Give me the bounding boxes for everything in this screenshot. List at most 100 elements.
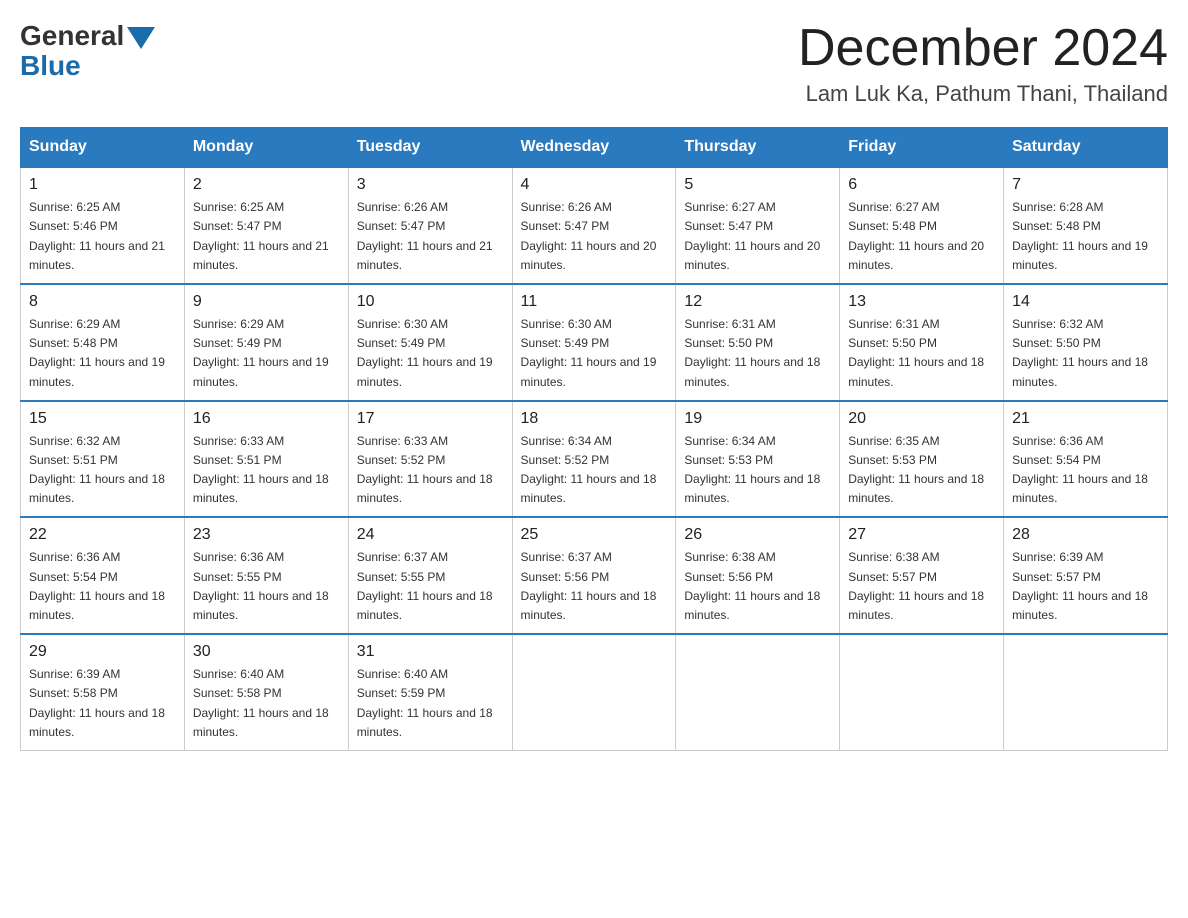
day-info: Sunrise: 6:37 AM Sunset: 5:56 PM Dayligh… <box>521 548 668 625</box>
day-info: Sunrise: 6:29 AM Sunset: 5:48 PM Dayligh… <box>29 315 176 392</box>
day-info: Sunrise: 6:29 AM Sunset: 5:49 PM Dayligh… <box>193 315 340 392</box>
day-number: 4 <box>521 176 668 194</box>
calendar-cell: 28 Sunrise: 6:39 AM Sunset: 5:57 PM Dayl… <box>1004 517 1168 634</box>
column-header-sunday: Sunday <box>21 128 185 168</box>
calendar-cell: 6 Sunrise: 6:27 AM Sunset: 5:48 PM Dayli… <box>840 167 1004 284</box>
day-info: Sunrise: 6:34 AM Sunset: 5:53 PM Dayligh… <box>684 432 831 509</box>
calendar-cell: 2 Sunrise: 6:25 AM Sunset: 5:47 PM Dayli… <box>184 167 348 284</box>
calendar-cell: 22 Sunrise: 6:36 AM Sunset: 5:54 PM Dayl… <box>21 517 185 634</box>
calendar-cell <box>512 634 676 750</box>
day-number: 28 <box>1012 526 1159 544</box>
day-info: Sunrise: 6:36 AM Sunset: 5:54 PM Dayligh… <box>29 548 176 625</box>
day-info: Sunrise: 6:35 AM Sunset: 5:53 PM Dayligh… <box>848 432 995 509</box>
calendar-cell: 13 Sunrise: 6:31 AM Sunset: 5:50 PM Dayl… <box>840 284 1004 401</box>
day-number: 23 <box>193 526 340 544</box>
calendar-cell: 31 Sunrise: 6:40 AM Sunset: 5:59 PM Dayl… <box>348 634 512 750</box>
day-number: 24 <box>357 526 504 544</box>
day-number: 29 <box>29 643 176 661</box>
day-number: 1 <box>29 176 176 194</box>
day-info: Sunrise: 6:30 AM Sunset: 5:49 PM Dayligh… <box>357 315 504 392</box>
day-info: Sunrise: 6:28 AM Sunset: 5:48 PM Dayligh… <box>1012 198 1159 275</box>
calendar-cell: 18 Sunrise: 6:34 AM Sunset: 5:52 PM Dayl… <box>512 401 676 518</box>
day-number: 15 <box>29 410 176 428</box>
week-row-1: 1 Sunrise: 6:25 AM Sunset: 5:46 PM Dayli… <box>21 167 1168 284</box>
day-number: 22 <box>29 526 176 544</box>
day-info: Sunrise: 6:26 AM Sunset: 5:47 PM Dayligh… <box>521 198 668 275</box>
day-number: 6 <box>848 176 995 194</box>
day-info: Sunrise: 6:39 AM Sunset: 5:58 PM Dayligh… <box>29 665 176 742</box>
calendar-cell: 9 Sunrise: 6:29 AM Sunset: 5:49 PM Dayli… <box>184 284 348 401</box>
logo-general-text: General <box>20 20 124 52</box>
calendar-cell <box>1004 634 1168 750</box>
calendar-cell: 27 Sunrise: 6:38 AM Sunset: 5:57 PM Dayl… <box>840 517 1004 634</box>
calendar-cell: 3 Sunrise: 6:26 AM Sunset: 5:47 PM Dayli… <box>348 167 512 284</box>
day-info: Sunrise: 6:31 AM Sunset: 5:50 PM Dayligh… <box>684 315 831 392</box>
calendar-cell: 29 Sunrise: 6:39 AM Sunset: 5:58 PM Dayl… <box>21 634 185 750</box>
calendar-cell: 25 Sunrise: 6:37 AM Sunset: 5:56 PM Dayl… <box>512 517 676 634</box>
calendar-cell: 20 Sunrise: 6:35 AM Sunset: 5:53 PM Dayl… <box>840 401 1004 518</box>
location-text: Lam Luk Ka, Pathum Thani, Thailand <box>798 81 1168 107</box>
calendar-cell <box>676 634 840 750</box>
day-number: 20 <box>848 410 995 428</box>
day-number: 27 <box>848 526 995 544</box>
day-number: 19 <box>684 410 831 428</box>
calendar-cell: 10 Sunrise: 6:30 AM Sunset: 5:49 PM Dayl… <box>348 284 512 401</box>
logo-arrow-icon <box>127 27 155 49</box>
day-number: 30 <box>193 643 340 661</box>
calendar-cell: 11 Sunrise: 6:30 AM Sunset: 5:49 PM Dayl… <box>512 284 676 401</box>
day-info: Sunrise: 6:32 AM Sunset: 5:50 PM Dayligh… <box>1012 315 1159 392</box>
day-number: 14 <box>1012 293 1159 311</box>
day-number: 18 <box>521 410 668 428</box>
month-title: December 2024 <box>798 20 1168 77</box>
day-info: Sunrise: 6:30 AM Sunset: 5:49 PM Dayligh… <box>521 315 668 392</box>
day-number: 13 <box>848 293 995 311</box>
column-header-wednesday: Wednesday <box>512 128 676 168</box>
calendar-cell: 23 Sunrise: 6:36 AM Sunset: 5:55 PM Dayl… <box>184 517 348 634</box>
title-block: December 2024 Lam Luk Ka, Pathum Thani, … <box>798 20 1168 107</box>
day-info: Sunrise: 6:26 AM Sunset: 5:47 PM Dayligh… <box>357 198 504 275</box>
day-info: Sunrise: 6:25 AM Sunset: 5:46 PM Dayligh… <box>29 198 176 275</box>
day-info: Sunrise: 6:36 AM Sunset: 5:55 PM Dayligh… <box>193 548 340 625</box>
column-header-saturday: Saturday <box>1004 128 1168 168</box>
day-number: 10 <box>357 293 504 311</box>
day-info: Sunrise: 6:33 AM Sunset: 5:51 PM Dayligh… <box>193 432 340 509</box>
day-number: 21 <box>1012 410 1159 428</box>
week-row-3: 15 Sunrise: 6:32 AM Sunset: 5:51 PM Dayl… <box>21 401 1168 518</box>
day-number: 7 <box>1012 176 1159 194</box>
day-number: 3 <box>357 176 504 194</box>
calendar-table: SundayMondayTuesdayWednesdayThursdayFrid… <box>20 127 1168 751</box>
column-header-friday: Friday <box>840 128 1004 168</box>
day-info: Sunrise: 6:40 AM Sunset: 5:59 PM Dayligh… <box>357 665 504 742</box>
page-header: General Blue December 2024 Lam Luk Ka, P… <box>20 20 1168 107</box>
calendar-cell: 17 Sunrise: 6:33 AM Sunset: 5:52 PM Dayl… <box>348 401 512 518</box>
calendar-header-row: SundayMondayTuesdayWednesdayThursdayFrid… <box>21 128 1168 168</box>
column-header-thursday: Thursday <box>676 128 840 168</box>
day-info: Sunrise: 6:33 AM Sunset: 5:52 PM Dayligh… <box>357 432 504 509</box>
calendar-cell: 4 Sunrise: 6:26 AM Sunset: 5:47 PM Dayli… <box>512 167 676 284</box>
day-number: 25 <box>521 526 668 544</box>
week-row-5: 29 Sunrise: 6:39 AM Sunset: 5:58 PM Dayl… <box>21 634 1168 750</box>
calendar-cell: 30 Sunrise: 6:40 AM Sunset: 5:58 PM Dayl… <box>184 634 348 750</box>
day-number: 2 <box>193 176 340 194</box>
day-info: Sunrise: 6:32 AM Sunset: 5:51 PM Dayligh… <box>29 432 176 509</box>
calendar-cell: 14 Sunrise: 6:32 AM Sunset: 5:50 PM Dayl… <box>1004 284 1168 401</box>
calendar-cell <box>840 634 1004 750</box>
week-row-2: 8 Sunrise: 6:29 AM Sunset: 5:48 PM Dayli… <box>21 284 1168 401</box>
day-info: Sunrise: 6:36 AM Sunset: 5:54 PM Dayligh… <box>1012 432 1159 509</box>
day-info: Sunrise: 6:31 AM Sunset: 5:50 PM Dayligh… <box>848 315 995 392</box>
day-number: 16 <box>193 410 340 428</box>
calendar-cell: 8 Sunrise: 6:29 AM Sunset: 5:48 PM Dayli… <box>21 284 185 401</box>
calendar-cell: 24 Sunrise: 6:37 AM Sunset: 5:55 PM Dayl… <box>348 517 512 634</box>
calendar-cell: 12 Sunrise: 6:31 AM Sunset: 5:50 PM Dayl… <box>676 284 840 401</box>
day-info: Sunrise: 6:34 AM Sunset: 5:52 PM Dayligh… <box>521 432 668 509</box>
day-number: 8 <box>29 293 176 311</box>
day-number: 5 <box>684 176 831 194</box>
day-info: Sunrise: 6:37 AM Sunset: 5:55 PM Dayligh… <box>357 548 504 625</box>
day-info: Sunrise: 6:39 AM Sunset: 5:57 PM Dayligh… <box>1012 548 1159 625</box>
logo: General Blue <box>20 20 155 82</box>
day-info: Sunrise: 6:40 AM Sunset: 5:58 PM Dayligh… <box>193 665 340 742</box>
day-number: 31 <box>357 643 504 661</box>
day-number: 17 <box>357 410 504 428</box>
day-number: 11 <box>521 293 668 311</box>
day-info: Sunrise: 6:27 AM Sunset: 5:47 PM Dayligh… <box>684 198 831 275</box>
